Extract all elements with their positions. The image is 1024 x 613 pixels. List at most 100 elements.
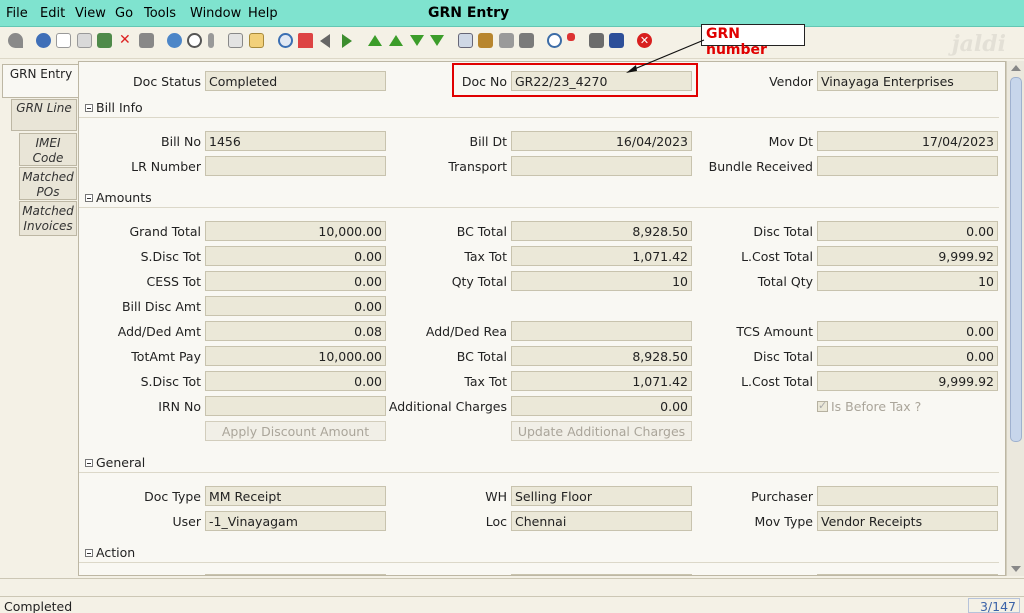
vendor-field[interactable]: Vinayaga Enterprises	[817, 71, 998, 91]
bc-total-field[interactable]: 8,928.50	[511, 221, 692, 241]
menu-file[interactable]: File	[6, 6, 28, 21]
delete-icon[interactable]: ✕	[119, 32, 134, 48]
menu-help[interactable]: Help	[248, 6, 278, 21]
doc-status-field[interactable]: Completed	[205, 71, 386, 91]
sdisc-tot-2-field[interactable]: 0.00	[205, 371, 386, 391]
collapse-icon[interactable]	[85, 194, 93, 202]
user-field[interactable]: -1_Vinayagam	[205, 511, 386, 531]
bill-no-field[interactable]: 1456	[205, 131, 386, 151]
tab-matched-invoices[interactable]: Matched Invoices	[19, 201, 77, 236]
first-record-icon[interactable]	[368, 35, 382, 46]
help-icon[interactable]	[36, 33, 51, 48]
menu-window[interactable]: Window	[190, 6, 241, 21]
amounts-section[interactable]: Amounts	[79, 190, 999, 208]
annotation-arrow	[626, 39, 705, 73]
bundle-received-field[interactable]	[817, 156, 998, 176]
next-record-icon[interactable]	[410, 35, 424, 46]
bill-info-section[interactable]: Bill Info	[79, 100, 999, 118]
lr-number-field[interactable]	[205, 156, 386, 176]
collapse-icon[interactable]	[85, 459, 93, 467]
history-icon[interactable]	[249, 33, 264, 48]
scroll-down-icon[interactable]	[1011, 566, 1021, 572]
bill-disc-amt-field[interactable]: 0.00	[205, 296, 386, 316]
action-field-2[interactable]	[511, 574, 692, 575]
disc-total-field[interactable]: 0.00	[817, 221, 998, 241]
archive-icon[interactable]	[478, 33, 493, 48]
disc-total-2-field[interactable]: 0.00	[817, 346, 998, 366]
apply-discount-button[interactable]: Apply Discount Amount	[205, 421, 386, 441]
scroll-up-icon[interactable]	[1011, 65, 1021, 71]
sdisc-tot-2-label: S.Disc Tot	[140, 374, 201, 389]
previous-record-icon[interactable]	[389, 35, 403, 46]
total-qty-field[interactable]: 10	[817, 271, 998, 291]
transport-field[interactable]	[511, 156, 692, 176]
menu-tools[interactable]: Tools	[144, 6, 176, 21]
menu-view[interactable]: View	[75, 6, 106, 21]
mov-type-field[interactable]: Vendor Receipts	[817, 511, 998, 531]
vertical-scrollbar[interactable]	[1006, 61, 1024, 576]
previous-icon[interactable]	[320, 34, 330, 48]
collapse-icon[interactable]	[85, 549, 93, 557]
wh-field[interactable]: Selling Floor	[511, 486, 692, 506]
loc-field[interactable]: Chennai	[511, 511, 692, 531]
new-record-icon[interactable]	[56, 33, 71, 48]
report-icon[interactable]	[278, 33, 293, 48]
add-ded-amt-field[interactable]: 0.08	[205, 321, 386, 341]
qty-total-field[interactable]: 10	[511, 271, 692, 291]
tax-tot-field[interactable]: 1,071.42	[511, 246, 692, 266]
next-icon[interactable]	[342, 34, 352, 48]
tab-matched-pos[interactable]: Matched POs	[19, 167, 77, 200]
menu-edit[interactable]: Edit	[40, 6, 65, 21]
qty-total-label: Qty Total	[451, 274, 507, 289]
print-icon[interactable]	[519, 33, 534, 48]
chat-icon[interactable]	[228, 33, 243, 48]
purchaser-label: Purchaser	[751, 489, 813, 504]
sdisc-tot-field[interactable]: 0.00	[205, 246, 386, 266]
scroll-thumb[interactable]	[1010, 77, 1022, 442]
workflow-icon[interactable]	[567, 33, 575, 41]
tab-grn-entry[interactable]: GRN Entry	[2, 64, 79, 98]
mov-dt-label: Mov Dt	[768, 134, 813, 149]
lcost-total-field[interactable]: 9,999.92	[817, 246, 998, 266]
tcs-amount-field[interactable]: 0.00	[817, 321, 998, 341]
mov-dt-field[interactable]: 17/04/2023	[817, 131, 998, 151]
refresh-icon[interactable]	[167, 33, 182, 48]
record-count[interactable]: 3/147	[968, 598, 1020, 613]
menu-go[interactable]: Go	[115, 6, 133, 21]
undo-icon[interactable]	[8, 33, 23, 48]
bill-dt-field[interactable]: 16/04/2023	[511, 131, 692, 151]
save-icon[interactable]	[139, 33, 154, 48]
loc-label: Loc	[485, 514, 507, 529]
copy-record-icon[interactable]	[77, 33, 92, 48]
find-icon[interactable]	[187, 33, 202, 48]
save-all-icon[interactable]	[97, 33, 112, 48]
mov-type-label: Mov Type	[754, 514, 813, 529]
lcost-total-2-field[interactable]: 9,999.92	[817, 371, 998, 391]
zoom-icon[interactable]	[547, 33, 562, 48]
lr-number-label: LR Number	[131, 159, 201, 174]
bc-total-2-field[interactable]: 8,928.50	[511, 346, 692, 366]
collapse-icon[interactable]	[85, 104, 93, 112]
home-icon[interactable]	[298, 33, 313, 48]
doc-type-field[interactable]: MM Receipt	[205, 486, 386, 506]
attachment-icon[interactable]	[208, 33, 214, 48]
is-before-tax-checkbox[interactable]	[817, 399, 828, 412]
request-icon[interactable]	[589, 33, 604, 48]
general-section[interactable]: General	[79, 455, 999, 473]
tax-tot-2-field[interactable]: 1,071.42	[511, 371, 692, 391]
action-field-3[interactable]	[817, 574, 998, 575]
update-charges-button[interactable]: Update Additional Charges	[511, 421, 692, 441]
totamt-pay-field[interactable]: 10,000.00	[205, 346, 386, 366]
grand-total-field[interactable]: 10,000.00	[205, 221, 386, 241]
additional-charges-field[interactable]: 0.00	[511, 396, 692, 416]
add-ded-rea-field[interactable]	[511, 321, 692, 341]
last-record-icon[interactable]	[430, 35, 444, 46]
action-field-1[interactable]	[205, 574, 386, 575]
detail-icon[interactable]	[458, 33, 473, 48]
tab-imei-code[interactable]: IMEI Code	[19, 133, 77, 166]
tab-grn-line[interactable]: GRN Line	[11, 99, 77, 131]
purchaser-field[interactable]	[817, 486, 998, 506]
cess-tot-field[interactable]: 0.00	[205, 271, 386, 291]
print-preview-icon[interactable]	[499, 33, 514, 48]
action-section[interactable]: Action	[79, 545, 999, 563]
